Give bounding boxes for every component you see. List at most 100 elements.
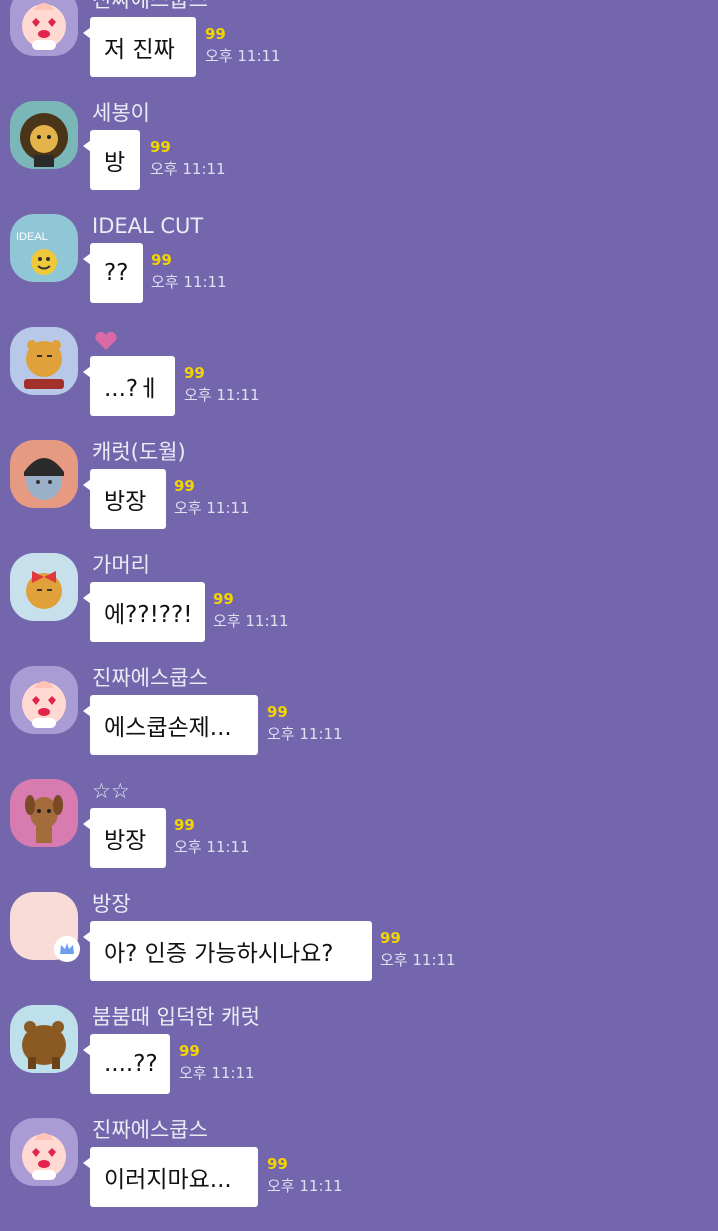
message-bubble[interactable]: 방장 [83, 808, 166, 868]
message-bubble[interactable]: 아? 인증 가능하시나요? [83, 921, 372, 981]
message-text: ....?? [104, 1051, 158, 1077]
profile-avatar[interactable] [10, 779, 78, 847]
message-bubble[interactable]: ....?? [83, 1034, 170, 1094]
profile-avatar[interactable] [10, 1118, 78, 1186]
sender-name: 방장 [92, 892, 131, 916]
unread-count: 99 [267, 703, 288, 721]
message-time: 오후 11:11 [151, 273, 227, 291]
message-time: 오후 11:11 [213, 612, 289, 630]
ryan-bow-icon [10, 553, 78, 621]
sender-name: ☆☆ [92, 779, 130, 803]
profile-avatar[interactable] [10, 440, 78, 508]
message-time: 오후 11:11 [150, 160, 226, 178]
message-text: 저 진짜 [104, 37, 175, 63]
message-text: 방장 [104, 489, 147, 515]
message-bubble[interactable]: 이러지마요... [83, 1147, 258, 1207]
unread-count: 99 [380, 929, 401, 947]
sender-name: 진짜에스쿱스 [92, 0, 208, 12]
unread-count: 99 [179, 1042, 200, 1060]
bowl-cut-character-icon [10, 440, 78, 508]
message-meta: 99 오후 11:11 [213, 590, 289, 632]
ideal-cut-icon: IDEAL [10, 214, 78, 282]
message-meta: 99 오후 11:11 [150, 138, 226, 180]
profile-avatar[interactable] [10, 0, 78, 56]
crown-icon [54, 936, 80, 962]
message-meta: 99 오후 11:11 [179, 1042, 255, 1084]
avatar-logo-text: IDEAL [16, 231, 48, 243]
profile-avatar[interactable]: IDEAL [10, 214, 78, 282]
crown-icon [60, 943, 74, 954]
message-text: 아? 인증 가능하시나요? [104, 941, 334, 967]
chat-message: 붐붐때 입덕한 캐럿 ....?? 99 오후 11:11 [0, 1005, 718, 1118]
chat-message-list[interactable]: 진짜에스쿱스 저 진짜 99 오후 11:11 세봉이 방 99 오후 11:1… [0, 0, 718, 1207]
profile-avatar[interactable] [10, 892, 80, 962]
chat-message: 진짜에스쿱스 저 진짜 99 오후 11:11 [0, 0, 718, 101]
message-text: 방 [104, 150, 126, 176]
profile-avatar[interactable] [10, 101, 78, 169]
message-bubble[interactable]: 에스쿱손제... [83, 695, 258, 755]
message-meta: 99 오후 11:11 [174, 816, 250, 858]
peach-heart-eyes-icon [10, 0, 78, 56]
sender-name: 진짜에스쿱스 [92, 1118, 208, 1142]
chat-message: 진짜에스쿱스 이러지마요... 99 오후 11:11 [0, 1118, 718, 1231]
heart-icon [95, 331, 117, 350]
chat-message: ...?ㅔ 99 오후 11:11 [0, 327, 718, 440]
sender-name: IDEAL CUT [92, 214, 204, 238]
message-meta: 99 오후 11:11 [267, 703, 343, 745]
unread-count: 99 [174, 816, 195, 834]
sender-name: 진짜에스쿱스 [92, 666, 208, 690]
message-meta: 99 오후 11:11 [174, 477, 250, 519]
sender-name: 캐럿(도월) [92, 440, 186, 464]
ryan-drummer-icon [10, 327, 78, 395]
unread-count: 99 [205, 25, 226, 43]
message-time: 오후 11:11 [174, 499, 250, 517]
lion-mane-icon [10, 101, 78, 169]
unread-count: 99 [151, 251, 172, 269]
chat-message: 가머리 에??!??! 99 오후 11:11 [0, 553, 718, 666]
chat-message: 방장 아? 인증 가능하시나요? 99 오후 11:11 [0, 892, 718, 1005]
chat-message: 세봉이 방 99 오후 11:11 [0, 101, 718, 214]
message-meta: 99 오후 11:11 [267, 1155, 343, 1197]
unread-count: 99 [213, 590, 234, 608]
profile-avatar[interactable] [10, 666, 78, 734]
message-text: 에??!??! [104, 602, 193, 628]
message-time: 오후 11:11 [174, 838, 250, 856]
message-bubble[interactable]: 에??!??! [83, 582, 205, 642]
message-time: 오후 11:11 [179, 1064, 255, 1082]
unread-count: 99 [184, 364, 205, 382]
message-bubble[interactable]: ...?ㅔ [83, 356, 175, 416]
message-time: 오후 11:11 [380, 951, 456, 969]
message-text: 방장 [104, 828, 147, 854]
sender-name: 가머리 [92, 553, 150, 577]
unread-count: 99 [267, 1155, 288, 1173]
chat-message: ☆☆ 방장 99 오후 11:11 [0, 779, 718, 892]
unread-count: 99 [150, 138, 171, 156]
profile-avatar[interactable] [10, 1005, 78, 1073]
message-meta: 99 오후 11:11 [151, 251, 227, 293]
message-time: 오후 11:11 [267, 1177, 343, 1195]
message-bubble[interactable]: 방장 [83, 469, 166, 529]
message-time: 오후 11:11 [267, 725, 343, 743]
chat-message: 진짜에스쿱스 에스쿱손제... 99 오후 11:11 [0, 666, 718, 779]
message-text: ?? [104, 260, 129, 286]
sender-name: 붐붐때 입덕한 캐럿 [92, 1005, 260, 1029]
frodo-dog-icon [10, 779, 78, 847]
message-text: ...?ㅔ [104, 376, 160, 402]
message-meta: 99 오후 11:11 [184, 364, 260, 406]
message-bubble[interactable]: 저 진짜 [83, 17, 196, 77]
sender-name: 세봉이 [92, 101, 150, 125]
message-time: 오후 11:11 [205, 47, 281, 65]
chat-message: IDEAL IDEAL CUT ?? 99 오후 11:11 [0, 214, 718, 327]
message-meta: 99 오후 11:11 [380, 929, 456, 971]
unread-count: 99 [174, 477, 195, 495]
peach-heart-eyes-icon [10, 1118, 78, 1186]
profile-avatar[interactable] [10, 553, 78, 621]
profile-avatar[interactable] [10, 327, 78, 395]
message-text: 에스쿱손제... [104, 715, 232, 741]
message-text: 이러지마요... [104, 1167, 232, 1193]
bear-back-icon [10, 1005, 78, 1073]
message-time: 오후 11:11 [184, 386, 260, 404]
message-bubble[interactable]: 방 [83, 130, 140, 190]
message-bubble[interactable]: ?? [83, 243, 143, 303]
peach-heart-eyes-icon [10, 666, 78, 734]
